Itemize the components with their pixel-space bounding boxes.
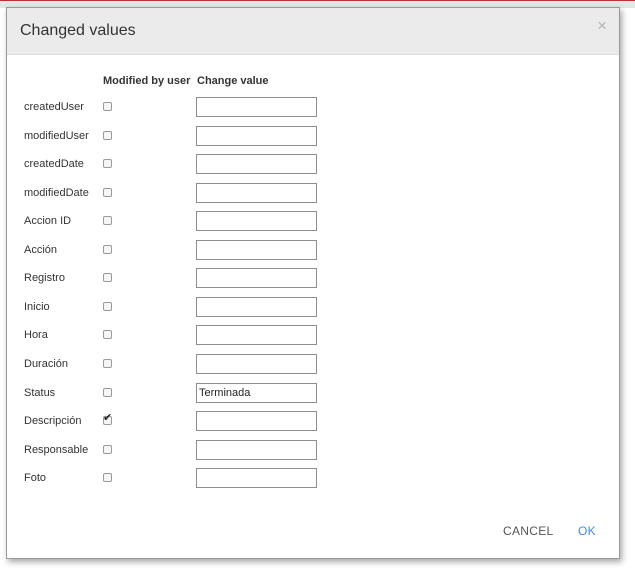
change-value-input[interactable]	[196, 240, 317, 260]
cancel-button[interactable]: CANCEL	[503, 524, 553, 538]
field-label: Accion ID	[24, 215, 72, 227]
checkmark-icon: ✔	[103, 412, 113, 424]
modified-by-user-checkbox[interactable]	[103, 216, 112, 225]
field-label: createdDate	[24, 158, 84, 170]
field-row: Registro	[7, 268, 619, 290]
column-header-change-value: Change value	[197, 75, 269, 87]
field-label: Hora	[24, 329, 48, 341]
modified-by-user-checkbox[interactable]	[103, 245, 112, 254]
column-header-modified-by-user: Modified by user	[103, 75, 191, 87]
modified-by-user-checkbox[interactable]	[103, 302, 112, 311]
field-label: Acción	[24, 244, 58, 256]
dialog-title: Changed values	[20, 22, 136, 39]
background-accent-line	[0, 0, 635, 1]
field-row: Inicio	[7, 297, 619, 319]
change-value-input[interactable]	[196, 383, 317, 403]
modified-by-user-checkbox[interactable]	[103, 273, 112, 282]
modified-by-user-checkbox[interactable]	[103, 102, 112, 111]
change-value-input[interactable]	[196, 97, 317, 117]
field-row: Accion ID	[7, 211, 619, 233]
change-value-input[interactable]	[196, 411, 317, 431]
field-label: Foto	[24, 472, 47, 484]
field-label: modifiedDate	[24, 187, 89, 199]
change-value-input[interactable]	[196, 268, 317, 288]
field-label: Duración	[24, 358, 69, 370]
field-row: Foto	[7, 468, 619, 490]
change-value-input[interactable]	[196, 297, 317, 317]
field-row: Descripción ✔	[7, 411, 619, 433]
field-label: Status	[24, 387, 56, 399]
modified-by-user-checkbox[interactable]: ✔	[103, 412, 113, 425]
ok-button[interactable]: OK	[578, 524, 596, 538]
change-value-input[interactable]	[196, 126, 317, 146]
field-row: modifiedUser	[7, 126, 619, 148]
modified-by-user-checkbox[interactable]	[103, 445, 112, 454]
change-value-input[interactable]	[196, 183, 317, 203]
field-row: Responsable	[7, 440, 619, 462]
change-value-input[interactable]	[196, 468, 317, 488]
field-row: createdDate	[7, 154, 619, 176]
field-label: Registro	[24, 272, 65, 284]
field-label: createdUser	[24, 101, 84, 113]
change-value-input[interactable]	[196, 211, 317, 231]
change-value-input[interactable]	[196, 354, 317, 374]
field-label: Inicio	[24, 301, 50, 313]
modified-by-user-checkbox[interactable]	[103, 330, 112, 339]
modified-by-user-checkbox[interactable]	[103, 188, 112, 197]
field-row: Acción	[7, 240, 619, 262]
change-value-input[interactable]	[196, 325, 317, 345]
field-row: modifiedDate	[7, 183, 619, 205]
change-value-input[interactable]	[196, 440, 317, 460]
field-row: createdUser	[7, 97, 619, 119]
dialog-header: Changed values ×	[7, 8, 619, 55]
change-value-input[interactable]	[196, 154, 317, 174]
changed-values-dialog: Changed values × Modified by user Change…	[6, 7, 620, 559]
modified-by-user-checkbox[interactable]	[103, 388, 112, 397]
field-row: Hora	[7, 325, 619, 347]
close-icon[interactable]: ×	[597, 17, 607, 34]
field-label: modifiedUser	[24, 130, 89, 142]
modified-by-user-checkbox[interactable]	[103, 473, 112, 482]
modified-by-user-checkbox[interactable]	[103, 359, 112, 368]
modified-by-user-checkbox[interactable]	[103, 159, 112, 168]
field-row: Duración	[7, 354, 619, 376]
modified-by-user-checkbox[interactable]	[103, 131, 112, 140]
field-row: Status	[7, 383, 619, 405]
field-label: Descripción	[24, 415, 82, 427]
field-label: Responsable	[24, 444, 89, 456]
